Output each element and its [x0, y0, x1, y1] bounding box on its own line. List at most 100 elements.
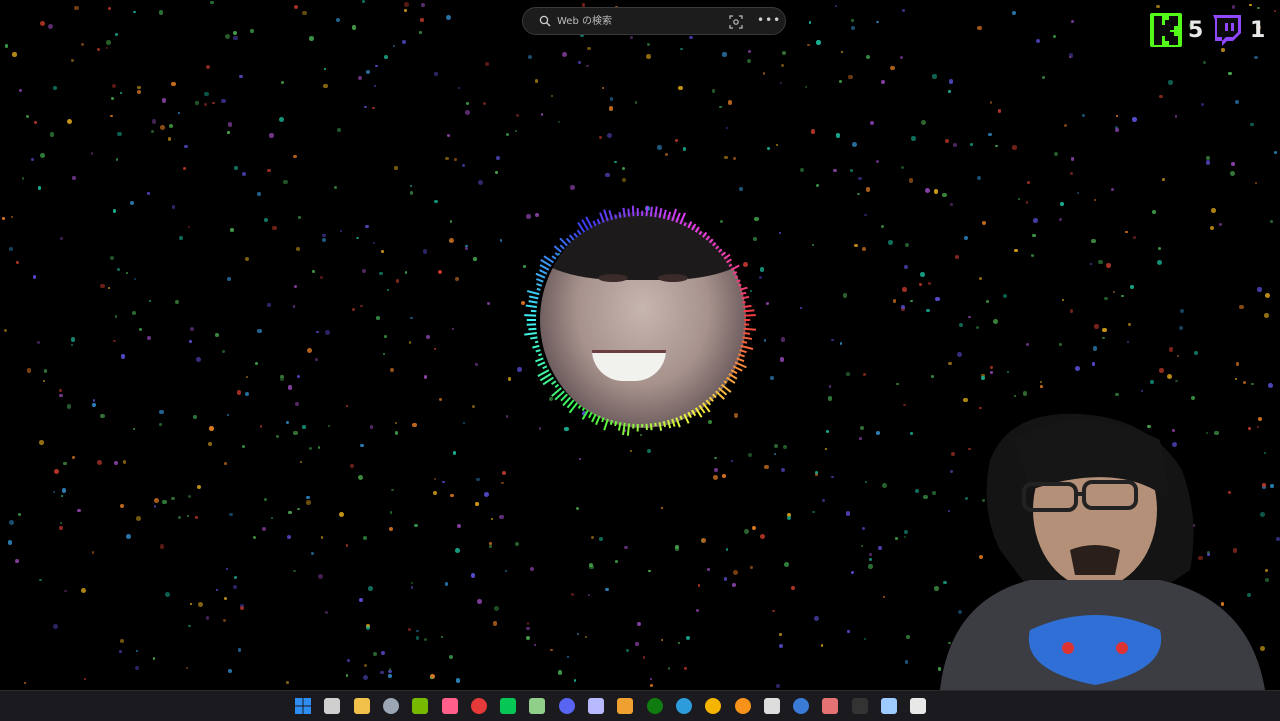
visualizer-bar: [593, 221, 595, 226]
visualizer-bar: [615, 214, 616, 218]
app-button-14[interactable]: [764, 698, 780, 714]
visualizer-bar: [604, 210, 608, 222]
app-button-9[interactable]: [617, 698, 633, 714]
visualizer-bar: [529, 296, 538, 298]
visualizer-bar: [738, 354, 744, 356]
app-button-17[interactable]: [852, 698, 868, 714]
web-search-bar[interactable]: •••: [522, 7, 786, 35]
visualizer-bar: [536, 279, 543, 282]
visualizer-bar: [742, 297, 749, 299]
visualizer-bar: [538, 354, 541, 355]
visualizer-bar: [719, 249, 722, 252]
visualizer-bar: [633, 206, 634, 216]
app-button-6[interactable]: [529, 698, 545, 714]
visualizer-bar: [738, 285, 741, 286]
visualizer-bar: [540, 270, 547, 274]
windows-start-icon: [295, 698, 311, 714]
app-button-1[interactable]: [383, 698, 399, 714]
visualizer-bar: [733, 366, 742, 371]
visualizer-bar: [611, 420, 612, 425]
app-button-5[interactable]: [500, 698, 516, 714]
visualizer-bar: [602, 417, 604, 421]
visualizer-bar: [706, 236, 709, 240]
visualizer-bar: [676, 213, 680, 223]
visualizer-bar: [596, 416, 600, 425]
kick-logo-icon: [1150, 13, 1182, 47]
visualizer-bar: [722, 252, 726, 255]
visualizer-bar: [592, 414, 596, 422]
app-button-4[interactable]: [471, 698, 487, 714]
visualizer-bar: [716, 246, 719, 249]
app-button-3[interactable]: [442, 698, 458, 714]
visualizer-bar: [619, 422, 621, 430]
visualizer-bar: [537, 289, 540, 290]
visual-search-icon[interactable]: [729, 15, 743, 29]
visualizer-bar: [710, 239, 713, 243]
visualizer-bar: [583, 408, 585, 411]
visualizer-bar: [692, 410, 695, 416]
visualizer-bar: [684, 223, 685, 226]
visualizer-bar: [696, 408, 702, 417]
app-button-7[interactable]: [559, 698, 575, 714]
app-button-19[interactable]: [910, 698, 926, 714]
visualizer-bar: [727, 259, 732, 262]
visualizer-bar: [527, 291, 539, 294]
visualizer-bar: [710, 397, 714, 401]
visualizer-bar: [672, 419, 674, 427]
visualizer-bar: [524, 333, 537, 335]
visualizer-bar: [578, 230, 581, 234]
visualizer-bar: [737, 358, 744, 361]
visualizer-bar: [659, 422, 661, 430]
visualizer-bar: [570, 235, 574, 240]
visualizer-bar: [731, 370, 737, 373]
visualizer-bar: [623, 208, 624, 217]
search-input[interactable]: [557, 12, 727, 30]
visualizer-bar: [744, 329, 756, 330]
visualizer-bar: [741, 293, 746, 294]
explorer-button[interactable]: [354, 698, 370, 714]
visualizer-bar: [543, 366, 547, 368]
windows-taskbar: [0, 690, 1280, 721]
app-button-13[interactable]: [735, 698, 751, 714]
visualizer-bar: [530, 337, 537, 338]
visualizer-bar: [561, 394, 567, 400]
visualizer-bar: [740, 288, 748, 290]
visualizer-bar: [554, 246, 561, 252]
visualizer-bar: [743, 302, 746, 303]
app-button-8[interactable]: [588, 698, 604, 714]
visualizer-bar: [529, 301, 538, 302]
app-button-15[interactable]: [793, 698, 809, 714]
visualizer-bar: [696, 227, 699, 232]
visualizer-bar: [623, 423, 625, 435]
search-icon: [539, 15, 551, 27]
app-button-12[interactable]: [705, 698, 721, 714]
visualizer-bar: [699, 231, 701, 234]
visualizer-bar: [731, 265, 739, 269]
app-button-18[interactable]: [881, 698, 897, 714]
visualizer-bar: [727, 378, 735, 384]
visualizer-bar: [664, 210, 666, 219]
app-button-10[interactable]: [647, 698, 663, 714]
visualizer-bar: [609, 210, 612, 220]
app-button-2[interactable]: [412, 698, 428, 714]
visualizer-bar: [535, 342, 538, 343]
visualizer-bar: [598, 219, 600, 224]
app-button-11[interactable]: [676, 698, 692, 714]
visualizer-bar: [706, 400, 710, 405]
visualizer-bar: [713, 394, 716, 397]
visualizer-bar: [589, 412, 592, 418]
visualizer-bar: [688, 222, 691, 228]
visualizer-bar: [740, 350, 747, 352]
start-button[interactable]: [295, 698, 311, 714]
app-button-16[interactable]: [822, 698, 838, 714]
more-options-button[interactable]: •••: [757, 11, 775, 29]
visualizer-bar: [579, 405, 581, 408]
visualizer-bar: [659, 208, 661, 218]
visualizer-bar: [536, 350, 541, 351]
visualizer-bar: [567, 238, 571, 242]
visualizer-bar: [600, 213, 604, 223]
visualizer-bar: [733, 272, 737, 274]
visualizer-bar: [724, 255, 730, 259]
visualizer-bar: [537, 284, 542, 286]
taskview-button[interactable]: [324, 698, 340, 714]
